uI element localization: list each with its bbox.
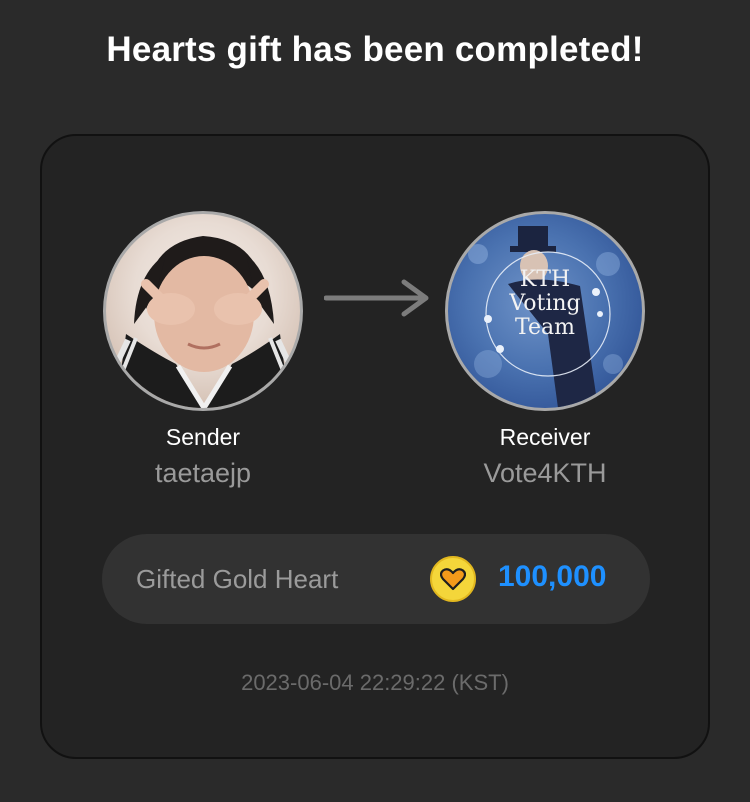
svg-text:Voting: Voting <box>508 291 580 316</box>
svg-text:Team: Team <box>515 315 575 340</box>
gift-timestamp: 2023-06-04 22:29:22 (KST) <box>241 670 509 695</box>
gift-complete-screen: Hearts gift has been completed! KTH Voti… <box>0 0 750 802</box>
page-title: Hearts gift has been completed! <box>106 30 644 69</box>
receiver-logo-text: KTH <box>520 267 570 292</box>
gift-label: Gifted Gold Heart <box>136 564 339 594</box>
gold-heart-coin-icon <box>430 556 476 602</box>
sender-name: taetaejp <box>154 458 252 488</box>
arrow-right-icon <box>324 279 429 317</box>
gift-amount-bar: Gifted Gold Heart 100,000 <box>102 534 650 624</box>
receiver-logo: KTH Voting Team <box>468 226 623 408</box>
gift-summary-card: KTH Voting Team Sender taetaejp Receiver… <box>40 134 710 759</box>
sender-label: Sender <box>165 424 241 450</box>
sender-avatar <box>103 211 303 411</box>
receiver-label: Receiver <box>499 424 591 450</box>
gift-amount: 100,000 <box>498 560 607 593</box>
receiver-name: Vote4KTH <box>483 458 607 488</box>
sender-photo <box>109 236 297 408</box>
receiver-avatar: KTH Voting Team <box>445 211 645 411</box>
